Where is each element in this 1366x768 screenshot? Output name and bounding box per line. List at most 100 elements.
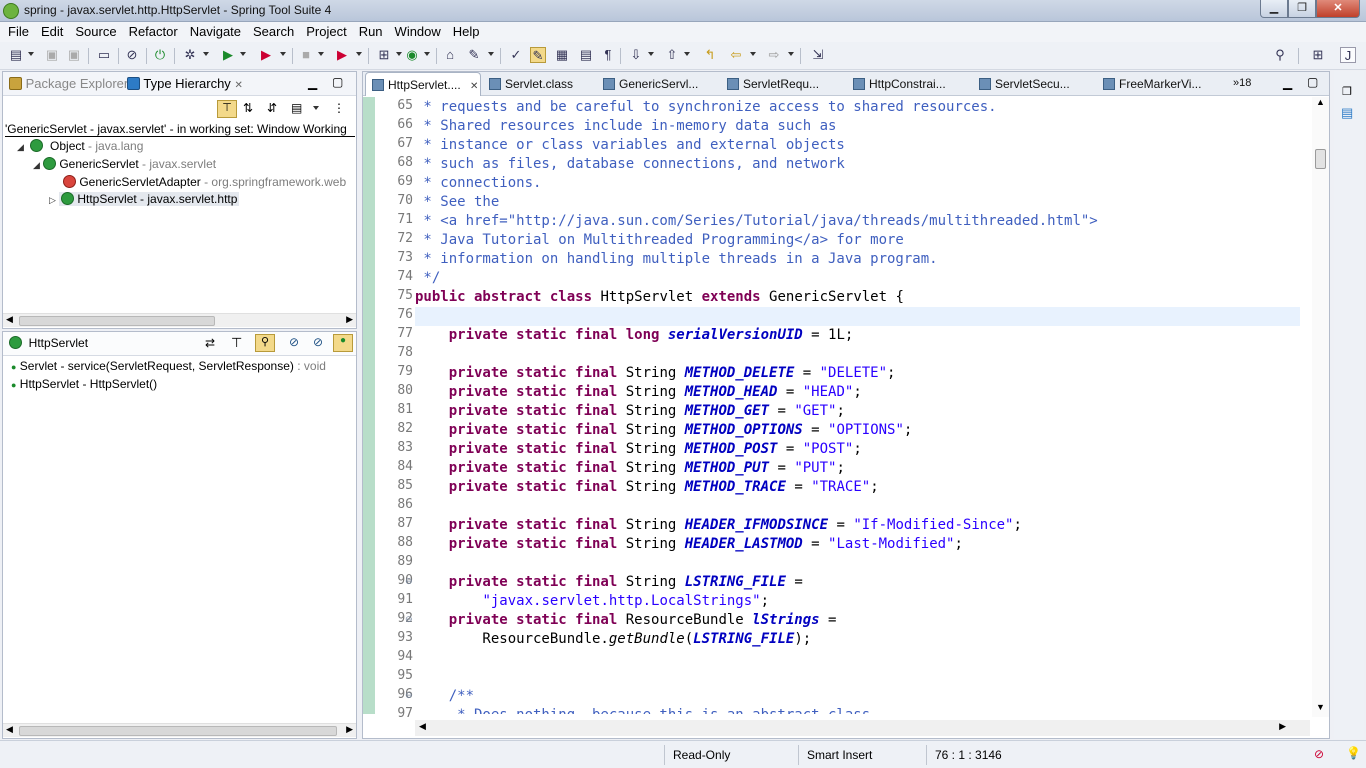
show-whitespace-icon[interactable]: ¶ — [600, 47, 616, 63]
code-line[interactable]: private static final long serialVersionU… — [415, 326, 1300, 345]
code-line[interactable]: /** — [415, 687, 1300, 706]
menu-window[interactable]: Window — [389, 22, 447, 42]
run-icon[interactable]: ▶ — [220, 47, 236, 63]
close-tab-icon[interactable]: ✕ — [470, 81, 478, 92]
collapse-icon[interactable]: ◢ — [33, 160, 43, 171]
progress-icon[interactable]: ⊘ — [1314, 747, 1324, 761]
maximize-view-icon[interactable]: ▢ — [332, 75, 343, 89]
tab-genericservlet[interactable]: GenericServl... — [603, 72, 698, 96]
next-annotation-dropdown-icon[interactable] — [648, 52, 654, 56]
code-line[interactable]: private static final String HEADER_IFMOD… — [415, 516, 1300, 535]
skip-breakpoints-icon[interactable]: ⊘ — [124, 47, 140, 63]
scrollbar-thumb[interactable] — [1315, 149, 1326, 169]
code-line[interactable]: private static final String METHOD_PUT =… — [415, 459, 1300, 478]
show-inherited-icon[interactable]: ⊤ — [231, 335, 242, 351]
scroll-right-icon[interactable]: ▶ — [346, 724, 353, 735]
menu-help[interactable]: Help — [447, 22, 486, 42]
scroll-left-icon[interactable]: ◀ — [419, 721, 426, 732]
tree-item-httpservlet[interactable]: ▷ HttpServlet - javax.servlet.http — [49, 192, 240, 206]
search-tool-icon[interactable]: ✎ — [466, 47, 482, 63]
vertical-scrollbar[interactable]: ▲ ▼ — [1312, 97, 1329, 717]
last-edit-location-icon[interactable]: ↰ — [702, 47, 718, 63]
block-selection-icon[interactable]: ▦ — [554, 47, 570, 63]
minimize-editor-icon[interactable]: ▁ — [1283, 76, 1292, 90]
code-line[interactable]: * Shared resources include in-memory dat… — [415, 117, 1300, 136]
search-tool-dropdown-icon[interactable] — [488, 52, 494, 56]
scroll-right-icon[interactable]: ▶ — [1279, 721, 1286, 732]
tab-package-explorer[interactable]: Package Explorer — [9, 76, 128, 91]
run-dropdown-icon[interactable] — [240, 52, 246, 56]
hide-non-public-icon[interactable]: ● — [333, 334, 353, 352]
new-class-dropdown-icon[interactable] — [424, 52, 430, 56]
code-line[interactable]: private static final String METHOD_GET =… — [415, 402, 1300, 421]
menu-refactor[interactable]: Refactor — [123, 22, 184, 42]
member-item-constructor[interactable]: ● HttpServlet - HttpServlet() — [11, 377, 157, 391]
code-line[interactable]: * connections. — [415, 174, 1300, 193]
code-area[interactable]: * requests and be careful to synchronize… — [415, 97, 1300, 714]
menu-file[interactable]: File — [2, 22, 35, 42]
menu-navigate[interactable]: Navigate — [184, 22, 247, 42]
save-all-icon[interactable]: ▣ — [66, 47, 82, 63]
tab-servletsecurity[interactable]: ServletSecu... — [979, 72, 1070, 96]
code-line[interactable]: */ — [415, 269, 1300, 288]
open-type-icon[interactable]: ⌂ — [442, 47, 458, 63]
fold-toggle-icon[interactable]: ⊖ — [405, 690, 413, 701]
new-java-dropdown-icon[interactable] — [396, 52, 402, 56]
scroll-down-icon[interactable]: ▼ — [1316, 702, 1325, 712]
search-icon[interactable]: ⚲ — [1272, 47, 1288, 63]
save-icon[interactable]: ▣ — [44, 47, 60, 63]
back-icon[interactable]: ⇦ — [728, 47, 744, 63]
forward-dropdown-icon[interactable] — [788, 52, 794, 56]
scroll-right-icon[interactable]: ▶ — [346, 314, 353, 325]
previous-annotation-icon[interactable]: ⇧ — [664, 47, 680, 63]
editor-horizontal-scrollbar[interactable]: ◀ ▶ — [415, 720, 1310, 736]
code-line[interactable]: private static final String METHOD_OPTIO… — [415, 421, 1300, 440]
show-subtype-hierarchy-icon[interactable]: ⇵ — [267, 101, 277, 115]
new-dropdown-icon[interactable] — [28, 52, 34, 56]
horizontal-scrollbar[interactable]: ◀ ▶ — [3, 313, 356, 327]
back-dropdown-icon[interactable] — [750, 52, 756, 56]
expand-icon[interactable]: ▷ — [49, 195, 59, 206]
code-line[interactable]: * Java Tutorial on Multithreaded Program… — [415, 231, 1300, 250]
maximize-button[interactable]: ❐ — [1288, 0, 1316, 18]
code-line[interactable]: private static final String METHOD_DELET… — [415, 364, 1300, 383]
code-line[interactable]: private static final String METHOD_HEAD … — [415, 383, 1300, 402]
close-tab-icon[interactable]: ✕ — [234, 80, 242, 91]
restore-icon[interactable]: ❐ — [1342, 85, 1352, 98]
new-java-project-icon[interactable]: ⊞ — [376, 47, 392, 63]
lock-view-icon[interactable]: ⇄ — [205, 336, 215, 350]
tree-item-object[interactable]: ◢ Object - java.lang — [17, 139, 143, 153]
code-line[interactable]: public abstract class HttpServlet extend… — [415, 288, 1300, 307]
tab-httpconstraint[interactable]: HttpConstrai... — [853, 72, 946, 96]
tree-item-genericservlet[interactable]: ◢ GenericServlet - javax.servlet — [33, 157, 216, 171]
code-line[interactable] — [415, 345, 1300, 364]
code-line[interactable]: * Does nothing, because this is an abstr… — [415, 706, 1300, 714]
history-dropdown-icon[interactable] — [313, 106, 319, 110]
forward-icon[interactable]: ⇨ — [766, 47, 782, 63]
horizontal-scrollbar[interactable]: ◀ ▶ — [3, 723, 356, 737]
external-tools-icon[interactable]: ▶ — [334, 47, 350, 63]
word-wrap-icon[interactable]: ▤ — [578, 47, 594, 63]
collapse-icon[interactable]: ◢ — [17, 142, 27, 153]
stop-icon[interactable]: ■ — [298, 47, 314, 63]
java-perspective-icon[interactable]: J — [1340, 47, 1356, 63]
scroll-left-icon[interactable]: ◀ — [6, 724, 13, 735]
code-line[interactable] — [415, 307, 1300, 326]
new-icon[interactable]: ▤ — [8, 47, 24, 63]
maximize-editor-icon[interactable]: ▢ — [1307, 75, 1318, 89]
close-button[interactable]: ✕ — [1316, 0, 1360, 18]
spring-boot-icon[interactable]: ⏻ — [152, 47, 168, 63]
code-line[interactable]: * requests and be careful to synchronize… — [415, 98, 1300, 117]
toggle-breadcrumb-icon[interactable]: ✓ — [508, 47, 524, 63]
sort-members-icon[interactable]: ⚲ — [255, 334, 275, 352]
fold-toggle-icon[interactable]: ⊖ — [405, 576, 413, 587]
scrollbar-thumb[interactable] — [19, 726, 337, 736]
tab-httpservlet[interactable]: HttpServlet.... ✕ — [365, 72, 481, 96]
code-line[interactable]: private static final String LSTRING_FILE… — [415, 573, 1300, 592]
tab-type-hierarchy[interactable]: Type Hierarchy ✕ — [127, 76, 243, 91]
scrollbar-thumb[interactable] — [19, 316, 215, 326]
code-line[interactable] — [415, 497, 1300, 516]
tab-servlet-class[interactable]: Servlet.class — [489, 72, 573, 96]
coverage-icon[interactable]: ▶ — [258, 47, 274, 63]
fold-toggle-icon[interactable]: ⊖ — [405, 614, 413, 625]
